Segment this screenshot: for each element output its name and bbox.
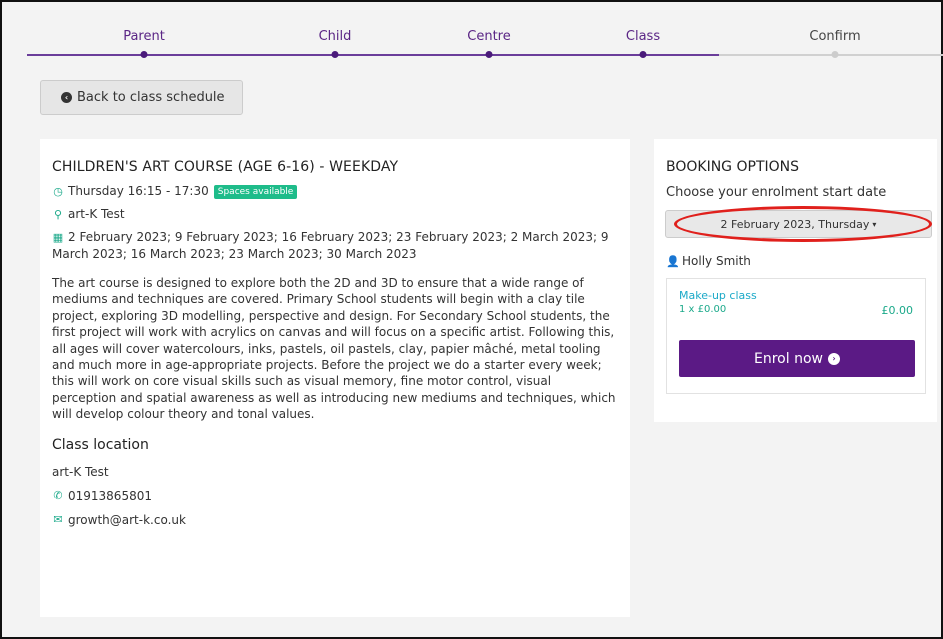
step-class-label[interactable]: Class [626,29,660,44]
booking-option-box: Make-up class 1 x £0.00 £0.00 Enrol now … [666,278,926,394]
step-parent-label[interactable]: Parent [123,29,165,44]
start-date-dropdown[interactable]: 2 February 2023, Thursday ▾ [665,206,932,242]
student-row: 👤 Holly Smith [666,254,925,268]
chevron-left-circle-icon: ‹ [61,92,72,103]
step-centre-label[interactable]: Centre [467,29,510,44]
arrow-right-circle-icon: › [827,352,840,365]
course-venue: art-K Test [68,207,125,221]
back-button-label: Back to class schedule [77,90,225,105]
selected-date: 2 February 2023, Thursday [720,217,870,231]
back-to-schedule-button[interactable]: ‹ Back to class schedule [40,80,243,115]
enrol-button-label: Enrol now [754,350,823,367]
step-centre-dot [485,51,493,58]
class-location-heading: Class location [52,436,149,453]
enrol-now-button[interactable]: Enrol now › [679,340,915,377]
phone-icon: ✆ [53,489,63,503]
step-child-dot [331,51,339,58]
location-phone-row: ✆ 01913865801 [52,489,618,503]
calendar-icon: ▦ [52,231,64,244]
user-icon: 👤 [666,254,680,268]
location-name: art-K Test [52,464,109,479]
location-email-row: ✉ growth@art-k.co.uk [52,513,618,527]
course-dates-row: ▦ 2 February 2023; 9 February 2023; 16 Fe… [52,229,618,263]
course-title: CHILDREN'S ART COURSE (AGE 6-16) - WEEKD… [52,159,399,175]
location-phone[interactable]: 01913865801 [68,489,152,503]
envelope-icon: ✉ [53,513,63,527]
clock-icon: ◷ [53,185,63,198]
student-name: Holly Smith [682,254,751,268]
location-email[interactable]: growth@art-k.co.uk [68,513,186,527]
booking-title: BOOKING OPTIONS [666,159,799,175]
course-dates: 2 February 2023; 9 February 2023; 16 Feb… [52,230,609,261]
course-description: The art course is designed to explore bo… [52,276,616,422]
booking-subtitle: Choose your enrolment start date [666,185,887,200]
progress-stepper: Parent Child Centre Class Confirm [27,2,943,66]
course-time-row: ◷ Thursday 16:15 - 17:30 Spaces availabl… [52,183,618,200]
caret-down-icon: ▾ [872,219,877,229]
option-amount: £0.00 [881,304,914,317]
course-time: Thursday 16:15 - 17:30 [68,184,209,198]
step-parent-dot [140,51,148,58]
step-class-dot [639,51,647,58]
option-price-row: 1 x £0.00 £0.00 [679,304,913,317]
booking-options-card: BOOKING OPTIONS Choose your enrolment st… [654,139,937,422]
option-title: Make-up class [679,289,757,302]
step-child-label[interactable]: Child [319,29,352,44]
availability-badge: Spaces available [213,184,298,199]
map-pin-icon: ⚲ [53,208,63,221]
stepper-line-completed [27,54,719,56]
option-qty: 1 x £0.00 [679,304,727,315]
course-details-card: CHILDREN'S ART COURSE (AGE 6-16) - WEEKD… [40,139,630,617]
step-confirm-dot [831,51,839,58]
step-confirm-label: Confirm [809,29,861,44]
course-venue-row: ⚲ art-K Test [52,206,618,223]
